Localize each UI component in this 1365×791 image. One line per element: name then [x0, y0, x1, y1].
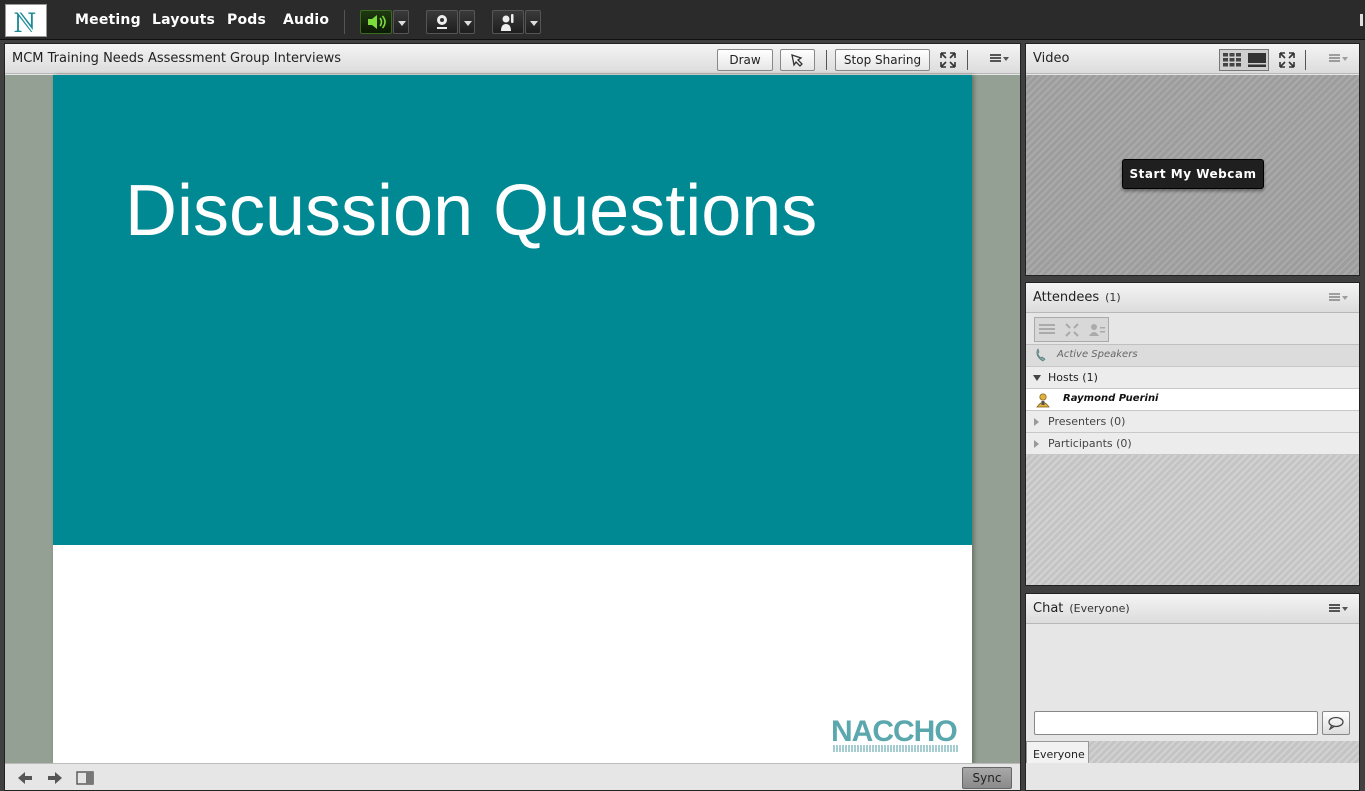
- slide-logo-tagline: [833, 745, 959, 752]
- video-fullscreen-icon[interactable]: [1278, 51, 1296, 69]
- hosts-group-label: Hosts (1): [1048, 371, 1098, 384]
- active-speakers-label: Active Speakers: [1057, 349, 1138, 360]
- attendee-row[interactable]: Raymond Puerini: [1026, 389, 1359, 411]
- chat-tab-everyone[interactable]: Everyone: [1026, 741, 1089, 763]
- video-pod-title: Video: [1033, 51, 1070, 66]
- chat-pod: Chat (Everyone) Everyone: [1025, 593, 1360, 791]
- chat-title-text: Chat: [1033, 601, 1064, 616]
- speaker-icon: [368, 15, 386, 29]
- breakout-view-icon[interactable]: [1063, 322, 1081, 338]
- active-speakers-row: Active Speakers: [1026, 345, 1359, 367]
- host-name: Raymond Puerini: [1063, 393, 1159, 404]
- menu-layouts[interactable]: Layouts: [152, 12, 215, 28]
- collapsed-chevron-right-icon: [1034, 418, 1039, 426]
- speaker-dropdown-chevron-down-icon[interactable]: [393, 10, 409, 34]
- chat-pod-menu-icon[interactable]: [1329, 602, 1348, 616]
- attendees-empty-area: [1026, 455, 1359, 585]
- attendee-count: (1): [1105, 291, 1121, 304]
- slide-header-band: Discussion Questions: [53, 75, 972, 545]
- fullscreen-icon[interactable]: [939, 51, 957, 69]
- draw-button[interactable]: Draw: [717, 49, 773, 71]
- adobe-connect-window: N Meeting Layouts Pods Audio: [0, 0, 1365, 791]
- expanded-chevron-down-icon: [1033, 375, 1041, 381]
- video-pod-menu-icon[interactable]: [1329, 52, 1348, 66]
- chat-messages-area: [1026, 625, 1359, 705]
- status-dropdown-chevron-down-icon[interactable]: [525, 10, 541, 34]
- filmstrip-view-icon[interactable]: [1247, 52, 1267, 68]
- webcam-icon: [437, 15, 447, 29]
- status-view-icon[interactable]: [1088, 322, 1106, 338]
- slide-naccho-logo: NACCHO: [831, 715, 958, 748]
- menu-meeting[interactable]: Meeting: [75, 12, 141, 28]
- attendees-pod-menu-icon[interactable]: [1329, 291, 1348, 305]
- chat-scope: (Everyone): [1069, 602, 1130, 615]
- list-view-icon[interactable]: [1038, 322, 1056, 338]
- collapsed-chevron-right-icon: [1034, 440, 1039, 448]
- menu-pods[interactable]: Pods: [227, 12, 266, 28]
- shared-content-area: Discussion Questions NACCHO: [5, 75, 1020, 765]
- previous-slide-arrow-left-icon[interactable]: [17, 771, 33, 785]
- video-layout-toggle: [1219, 49, 1269, 71]
- help-menu-edge[interactable]: [1360, 14, 1363, 26]
- webcam-dropdown-chevron-down-icon[interactable]: [459, 10, 475, 34]
- chat-message-input[interactable]: [1034, 711, 1318, 735]
- presenters-group-label: Presenters (0): [1048, 415, 1126, 428]
- share-pod-title: MCM Training Needs Assessment Group Inte…: [12, 51, 341, 66]
- participants-group-label: Participants (0): [1048, 437, 1132, 450]
- send-message-button[interactable]: [1322, 711, 1350, 735]
- host-user-icon: [1036, 393, 1050, 408]
- next-slide-arrow-right-icon[interactable]: [47, 771, 63, 785]
- presenters-group-row[interactable]: Presenters (0): [1026, 411, 1359, 433]
- naccho-logo: N: [5, 4, 47, 39]
- speech-bubble-icon: [1328, 716, 1344, 730]
- pointer-button[interactable]: [780, 49, 815, 71]
- header-divider: [967, 50, 968, 70]
- attendees-pod-title: Attendees (1): [1033, 290, 1121, 305]
- share-pod-footer: Sync: [5, 763, 1020, 790]
- webcam-button[interactable]: [426, 10, 458, 34]
- start-webcam-button[interactable]: Start My Webcam: [1122, 159, 1264, 189]
- stop-sharing-button[interactable]: Stop Sharing: [835, 49, 930, 71]
- video-area: Start My Webcam: [1026, 75, 1359, 275]
- video-pod: Video Start My Webcam: [1025, 43, 1360, 276]
- header-divider: [1305, 50, 1306, 70]
- chat-tab-bar: [1089, 741, 1359, 763]
- menu-audio[interactable]: Audio: [283, 12, 329, 28]
- share-pod: MCM Training Needs Assessment Group Inte…: [4, 43, 1021, 791]
- speaker-button[interactable]: [360, 10, 392, 34]
- share-pod-header: MCM Training Needs Assessment Group Inte…: [5, 44, 1020, 74]
- hosts-group-row[interactable]: Hosts (1): [1026, 367, 1359, 389]
- top-menu-bar: N Meeting Layouts Pods Audio: [0, 0, 1365, 40]
- share-pod-menu-icon[interactable]: [990, 52, 1009, 66]
- sidebar-toggle-icon[interactable]: [76, 771, 94, 785]
- grid-view-icon[interactable]: [1222, 52, 1242, 68]
- slide-title: Discussion Questions: [125, 171, 818, 251]
- attendees-pod: Attendees (1) Active Speakers Hosts (1) …: [1025, 282, 1360, 586]
- phone-speaker-icon: [1036, 348, 1046, 362]
- attendee-view-switcher: [1034, 317, 1109, 342]
- sync-button[interactable]: Sync: [962, 767, 1012, 789]
- raise-hand-icon: [501, 14, 514, 31]
- presentation-slide: Discussion Questions NACCHO: [53, 75, 972, 765]
- chat-pod-header: Chat (Everyone): [1026, 594, 1359, 624]
- pointer-icon: [791, 54, 803, 67]
- participants-group-row[interactable]: Participants (0): [1026, 433, 1359, 455]
- header-divider: [826, 50, 827, 70]
- chat-pod-title: Chat (Everyone): [1033, 601, 1130, 616]
- toolbar-divider: [344, 10, 345, 34]
- raise-hand-button[interactable]: [492, 10, 524, 34]
- attendees-title-text: Attendees: [1033, 290, 1100, 305]
- attendee-view-toolbar: [1026, 314, 1359, 345]
- video-pod-header: Video: [1026, 44, 1359, 74]
- attendees-pod-header: Attendees (1): [1026, 283, 1359, 313]
